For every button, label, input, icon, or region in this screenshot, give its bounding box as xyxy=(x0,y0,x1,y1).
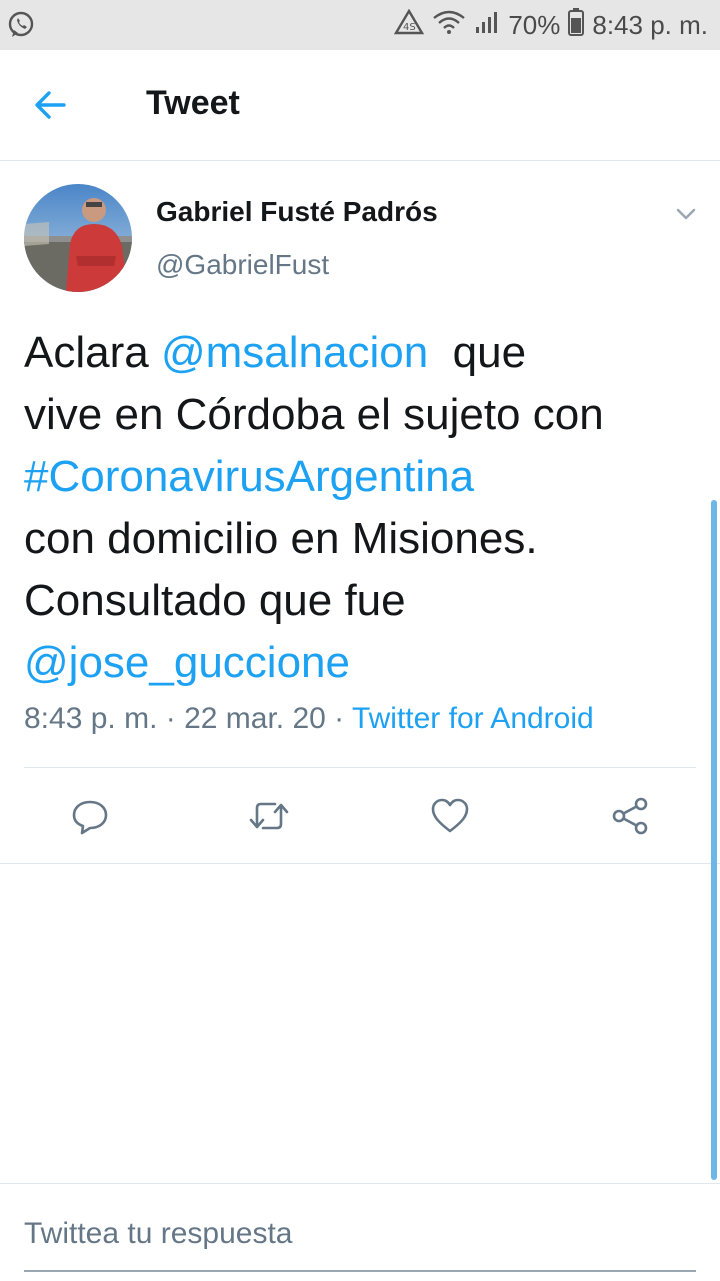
scrollbar[interactable] xyxy=(711,500,717,1180)
mention-link-msalnacion[interactable]: @msalnacion xyxy=(161,328,428,377)
chevron-down-icon xyxy=(672,208,700,232)
battery-percent: 70% xyxy=(508,9,561,40)
divider xyxy=(0,863,720,864)
author-name[interactable]: Gabriel Fusté Padrós xyxy=(156,196,438,228)
reply-input[interactable] xyxy=(24,1214,696,1254)
tweet-text: Aclara @msalnacion que vive en Córdoba e… xyxy=(24,322,704,694)
status-time: 8:43 p. m. xyxy=(592,9,708,40)
status-bar: 4S 70% 8:43 p. m. xyxy=(0,0,720,50)
tweet-text-segment: que xyxy=(428,328,527,377)
share-button[interactable] xyxy=(602,790,658,846)
back-button[interactable] xyxy=(30,85,80,125)
like-button[interactable] xyxy=(422,790,478,846)
mention-link-jose-guccione[interactable]: @jose_guccione xyxy=(24,632,704,694)
reply-input-underline xyxy=(24,1270,696,1272)
tweet-line-5: Consultado que fue xyxy=(24,576,406,625)
tweet-timestamp: 8:43 p. m. · 22 mar. 20 · xyxy=(24,702,352,735)
svg-text:4S: 4S xyxy=(403,22,416,33)
tweet-options-button[interactable] xyxy=(672,200,700,228)
arrow-left-icon xyxy=(30,91,70,129)
whatsapp-icon xyxy=(6,10,36,40)
heart-icon xyxy=(430,796,470,841)
tweet-actions xyxy=(0,790,720,846)
reply-button[interactable] xyxy=(62,790,118,846)
header: Tweet xyxy=(0,50,720,161)
avatar[interactable] xyxy=(24,184,132,292)
tweet-line-2: vive en Córdoba el sujeto con xyxy=(24,390,604,439)
battery-icon xyxy=(568,7,585,43)
share-icon xyxy=(610,796,650,841)
divider xyxy=(24,767,696,768)
data-saver-icon: 4S xyxy=(394,8,425,42)
page-title: Tweet xyxy=(146,84,240,122)
reply-icon xyxy=(70,796,110,841)
reply-bar xyxy=(0,1183,720,1281)
author-handle[interactable]: @GabrielFust xyxy=(156,249,329,281)
retweet-icon xyxy=(247,796,291,841)
tweet-line-1: Aclara @msalnacion que xyxy=(24,322,704,384)
status-icons: 4S 70% 8:43 p. m. xyxy=(394,0,708,50)
signal-icon xyxy=(474,9,500,42)
tweet-text-segment: Aclara xyxy=(24,328,161,377)
wifi-icon xyxy=(432,9,466,42)
tweet-meta: 8:43 p. m. · 22 mar. 20 · Twitter for An… xyxy=(24,702,594,736)
hashtag-link[interactable]: #CoronavirusArgentina xyxy=(24,446,704,508)
retweet-button[interactable] xyxy=(241,790,297,846)
tweet-line-4: con domicilio en Misiones. xyxy=(24,514,538,563)
tweet-source-link[interactable]: Twitter for Android xyxy=(352,702,594,735)
